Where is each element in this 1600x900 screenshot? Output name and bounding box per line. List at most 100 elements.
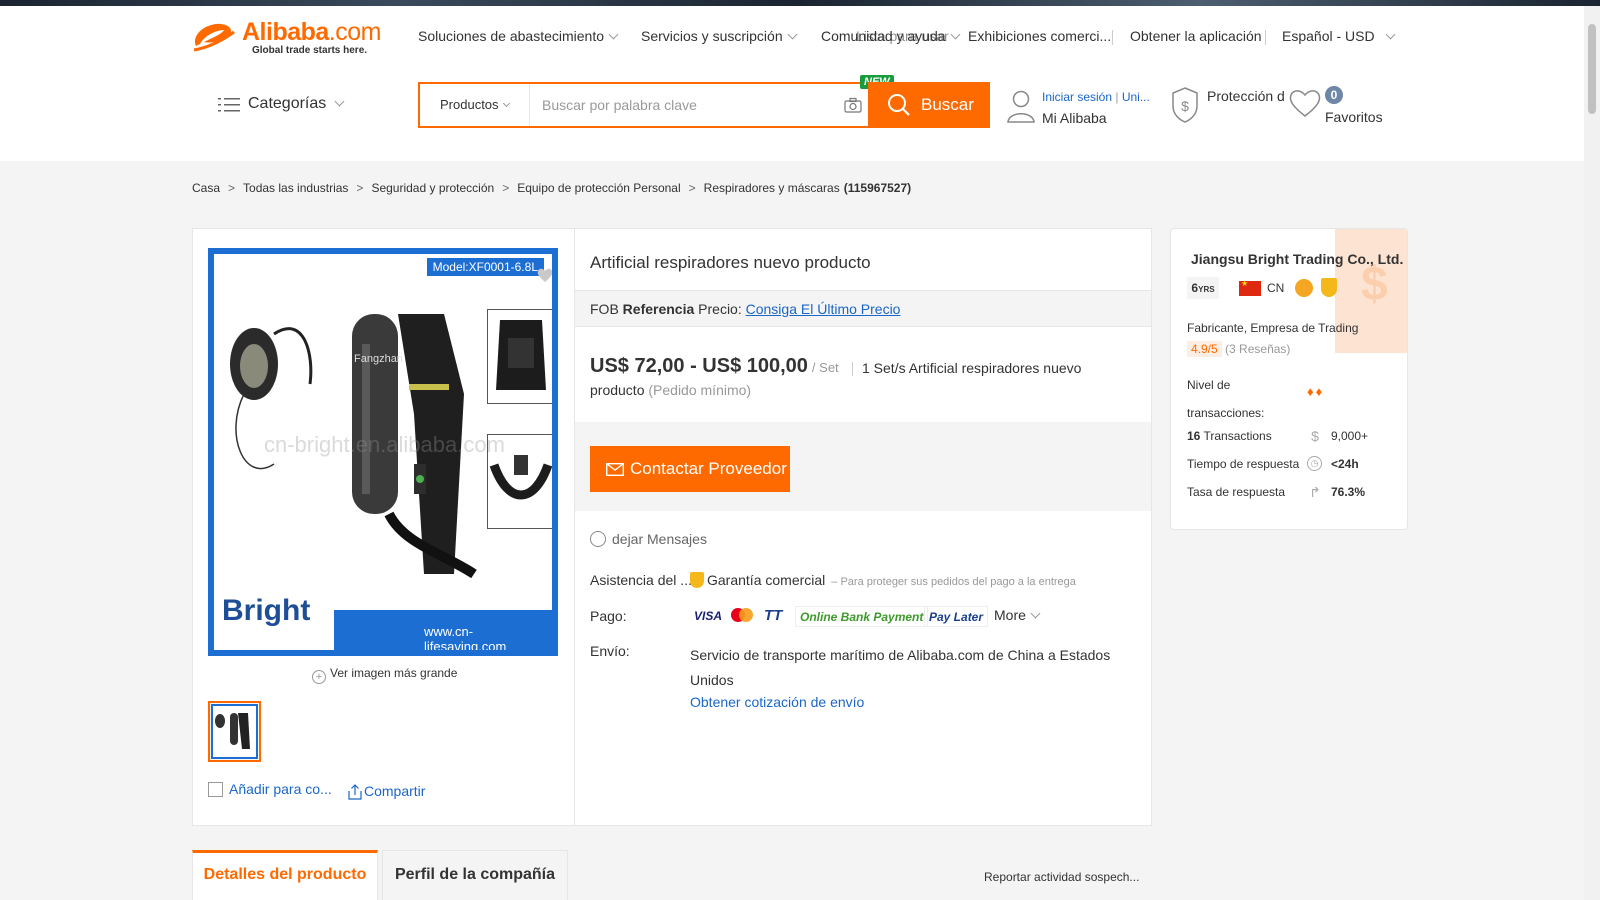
- leave-message-link[interactable]: dejar Mensajes: [590, 531, 707, 547]
- search-button[interactable]: Buscar: [868, 82, 990, 128]
- trade-assurance-icon: [690, 572, 704, 588]
- scrollbar[interactable]: [1584, 6, 1600, 900]
- svg-text:Fangzhan: Fangzhan: [354, 353, 403, 365]
- search-input[interactable]: [532, 84, 832, 126]
- breadcrumb-all-industries[interactable]: Todas las industrias: [243, 181, 348, 195]
- supplier-country: CN: [1267, 281, 1285, 295]
- share-link[interactable]: Compartir: [364, 783, 425, 799]
- search-category-select[interactable]: Productos: [420, 84, 530, 126]
- add-to-compare[interactable]: Añadir para co...: [208, 781, 332, 797]
- alibaba-logo[interactable]: Alibaba.com Global trade starts here.: [190, 18, 390, 58]
- search-bar: Productos: [418, 82, 868, 128]
- get-latest-price-link[interactable]: Consiga El Último Precio: [746, 301, 901, 317]
- nav-get-app[interactable]: Obtener la aplicación: [1130, 28, 1262, 44]
- china-flag-icon: [1239, 279, 1261, 296]
- breadcrumb-ppe[interactable]: Equipo de protección Personal: [517, 181, 680, 195]
- join-link[interactable]: Uni...: [1122, 90, 1150, 104]
- price-divider: [852, 362, 853, 376]
- view-larger-image[interactable]: + Ver imagen más grande: [312, 666, 457, 684]
- nav-divider: [1265, 30, 1266, 45]
- chevron-down-icon: [1030, 608, 1041, 619]
- backpack-harness-illustration: [496, 320, 546, 390]
- image-url-text: www.cn-lifesaving.com: [424, 624, 507, 654]
- nav-services[interactable]: Servicios y suscripción: [641, 28, 798, 44]
- alibaba-logo-icon: [193, 23, 235, 52]
- supplier-rating[interactable]: 4.9/5 (3 Reseñas): [1187, 341, 1290, 357]
- image-favorite-heart-icon[interactable]: [536, 266, 554, 284]
- response-rate-value: 76.3%: [1331, 485, 1366, 499]
- chevron-down-icon: [334, 96, 345, 107]
- chevron-down-icon: [950, 29, 960, 40]
- trade-assurance-shield-icon[interactable]: $: [1170, 86, 1200, 124]
- clock-icon: ◷: [1307, 456, 1322, 471]
- verified-medal-icon[interactable]: [1295, 279, 1313, 297]
- my-alibaba-link[interactable]: Mi Alibaba: [1042, 110, 1107, 126]
- shipping-description: Servicio de transporte marítimo de Aliba…: [690, 647, 1111, 688]
- fob-price-row: FOB Referencia Precio: Consiga El Último…: [575, 290, 1151, 327]
- chat-icon: [590, 531, 606, 547]
- image-watermark: cn-bright.en.alibaba.com: [264, 432, 505, 457]
- visa-icon: VISA: [694, 609, 723, 623]
- response-rate-label: Tasa de respuesta: [1187, 485, 1286, 499]
- signin-link[interactable]: Iniciar sesión: [1042, 90, 1112, 104]
- tab-company-profile[interactable]: Perfil de la compañía: [382, 850, 568, 900]
- image-inset-back-view: [487, 309, 552, 404]
- heart-icon[interactable]: [1288, 86, 1322, 120]
- supplier-business-type: Fabricante, Empresa de Trading: [1187, 321, 1359, 335]
- chevron-down-icon: [502, 99, 510, 108]
- report-suspicious-link[interactable]: Reportar actividad sospech...: [984, 870, 1139, 884]
- mail-icon: [606, 463, 624, 476]
- fob-price-text: FOB Referencia Precio: Consiga El Último…: [590, 301, 901, 317]
- more-payment-dropdown[interactable]: More: [994, 607, 1041, 623]
- camera-icon[interactable]: [844, 97, 862, 113]
- chevron-down-icon: [787, 29, 798, 40]
- transaction-level-label: Nivel de transacciones:: [1187, 378, 1265, 420]
- nav-divider: [1112, 30, 1113, 45]
- favorites-link[interactable]: Favoritos: [1325, 109, 1383, 125]
- transactions-value: 9,000+: [1331, 429, 1369, 443]
- assistance-label: Asistencia del ...: [590, 572, 692, 588]
- image-thumbnail[interactable]: [208, 701, 261, 762]
- scrollbar-thumb[interactable]: [1588, 24, 1596, 114]
- signin-join-links[interactable]: Iniciar sesión | Uni...: [1042, 90, 1150, 104]
- contact-supplier-button[interactable]: Contactar Proveedor: [590, 446, 790, 492]
- transaction-level-diamonds-icon: ♦♦: [1307, 384, 1325, 399]
- trade-assurance[interactable]: Garantía comercial – Para proteger sus pe…: [690, 572, 1076, 588]
- nav-language-currency[interactable]: Español - USD: [1282, 28, 1396, 44]
- order-protection-link[interactable]: Protección d: [1207, 88, 1285, 104]
- zoom-in-icon: +: [312, 670, 326, 684]
- breadcrumb: Casa > Todas las industrias > Seguridad y pr…: [192, 181, 912, 195]
- breadcrumb-home[interactable]: Casa: [192, 181, 220, 195]
- dollar-icon: $: [1311, 428, 1319, 444]
- breadcrumb-safety[interactable]: Seguridad y protección: [371, 181, 494, 195]
- compare-checkbox[interactable]: [208, 782, 223, 797]
- menu-list-icon: [218, 98, 240, 112]
- response-time-label: Tiempo de respuesta: [1187, 457, 1300, 471]
- shipping-quote-link[interactable]: Obtener cotización de envío: [690, 694, 864, 710]
- chevron-down-icon: [1385, 29, 1396, 40]
- svg-text:$: $: [1181, 98, 1189, 114]
- product-main-image[interactable]: Model:XF0001-6.8L Fangzhan cn-bright.en.…: [208, 248, 558, 656]
- product-title: Artificial respiradores nuevo producto: [590, 253, 871, 272]
- supplier-name[interactable]: Jiangsu Bright Trading Co., Ltd.: [1191, 251, 1403, 267]
- breadcrumb-respirators[interactable]: Respiradores y máscaras: [704, 181, 840, 195]
- nav-sourcing-solutions[interactable]: Soluciones de abastecimiento: [418, 28, 619, 44]
- nav-exhibitions[interactable]: Exhibiciones comerci...: [968, 28, 1111, 44]
- tt-payment-icon: TT: [764, 607, 783, 624]
- chevron-down-icon: [608, 29, 619, 40]
- supplier-years-badge: 6YRS: [1187, 277, 1219, 299]
- search-icon: [888, 94, 910, 116]
- tab-product-details[interactable]: Detalles del producto: [192, 850, 378, 900]
- favorites-count-badge: 0: [1325, 86, 1343, 104]
- supplier-card: $ Jiangsu Bright Trading Co., Ltd. 6YRS …: [1170, 228, 1408, 530]
- image-brand-logo: Bright: [222, 594, 311, 627]
- price-range: US$ 72,00 - US$ 100,00/ Set: [590, 355, 839, 377]
- payment-label: Pago:: [590, 608, 627, 624]
- nav-ready-to-ship-overlap[interactable]: Lista para usar: [856, 28, 949, 44]
- online-bank-payment-badge: Online Bank Payment: [795, 606, 929, 627]
- share-icon: [348, 784, 362, 800]
- user-icon[interactable]: [1006, 88, 1036, 124]
- mastercard-icon: [731, 608, 753, 622]
- trade-assurance-badge-icon[interactable]: [1321, 278, 1337, 297]
- breadcrumb-count: (115967527): [843, 181, 912, 195]
